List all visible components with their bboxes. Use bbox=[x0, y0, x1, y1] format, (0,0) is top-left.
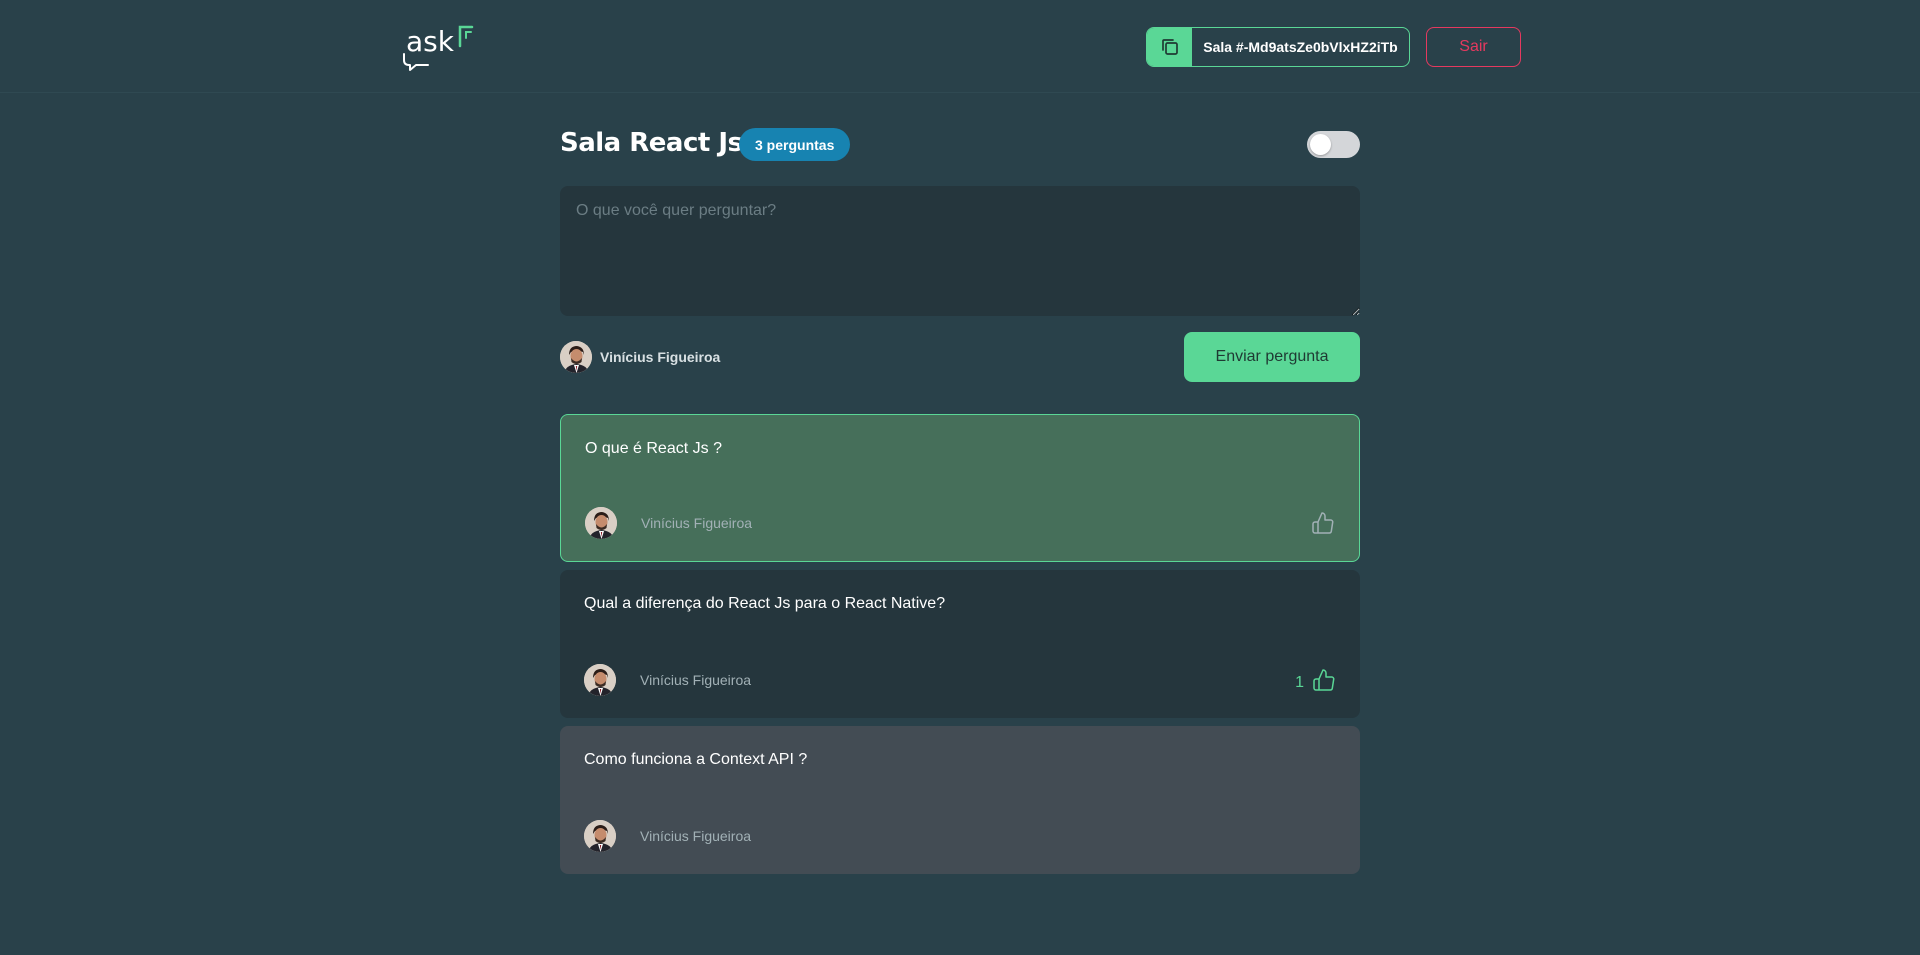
copy-icon bbox=[1161, 39, 1178, 55]
current-user-name: Vinícius Figueiroa bbox=[600, 349, 721, 365]
toggle-knob bbox=[1310, 134, 1331, 155]
like-button[interactable] bbox=[1303, 511, 1335, 535]
avatar bbox=[585, 507, 617, 539]
question-card: Qual a diferença do React Js para o Reac… bbox=[560, 570, 1360, 718]
question-author: Vinícius Figueiroa bbox=[584, 664, 751, 696]
question-author-name: Vinícius Figueiroa bbox=[641, 515, 753, 531]
avatar bbox=[560, 341, 592, 373]
question-author-name: Vinícius Figueiroa bbox=[640, 828, 752, 844]
question-footer: Vinícius Figueiroa bbox=[584, 820, 1336, 852]
avatar bbox=[584, 664, 616, 696]
room-code-text: Sala #-Md9atsZe0bVlxHZ2iTb bbox=[1203, 39, 1398, 55]
logo: ask bbox=[398, 24, 474, 72]
current-user: Vinícius Figueiroa bbox=[560, 341, 720, 373]
room-code-button[interactable]: Sala #-Md9atsZe0bVlxHZ2iTb bbox=[1146, 27, 1410, 67]
copy-icon-box bbox=[1147, 28, 1192, 66]
send-question-button[interactable]: Enviar pergunta bbox=[1184, 332, 1360, 382]
logo-icon: ask bbox=[403, 25, 474, 71]
question-card: Como funciona a Context API ? Vinícius F… bbox=[560, 726, 1360, 874]
question-author-name: Vinícius Figueiroa bbox=[640, 672, 752, 688]
question-count-badge: 3 perguntas bbox=[739, 128, 851, 161]
app-header: ask Sala #-Md9atsZe0bVlxHZ2iTb Sair bbox=[0, 0, 1920, 93]
question-input[interactable] bbox=[560, 186, 1360, 316]
logo-text: ask bbox=[406, 25, 455, 58]
avatar bbox=[584, 820, 616, 852]
page-title: Sala React Js bbox=[560, 128, 743, 158]
question-text: O que é React Js ? bbox=[585, 440, 722, 457]
like-icon bbox=[1312, 512, 1334, 534]
question-text: Como funciona a Context API ? bbox=[584, 751, 808, 768]
question-author: Vinícius Figueiroa bbox=[584, 820, 751, 852]
leave-button[interactable]: Sair bbox=[1426, 27, 1521, 67]
theme-toggle[interactable] bbox=[1307, 131, 1360, 158]
question-footer: Vinícius Figueiroa bbox=[585, 507, 1335, 539]
question-card: O que é React Js ? Vinícius Figueiroa bbox=[560, 414, 1360, 562]
question-text: Qual a diferença do React Js para o Reac… bbox=[584, 595, 946, 612]
like-button[interactable]: 1 bbox=[1295, 668, 1336, 692]
question-footer: Vinícius Figueiroa 1 bbox=[584, 664, 1336, 696]
question-author: Vinícius Figueiroa bbox=[585, 507, 752, 539]
like-icon bbox=[1313, 669, 1335, 691]
like-count: 1 bbox=[1295, 674, 1304, 691]
